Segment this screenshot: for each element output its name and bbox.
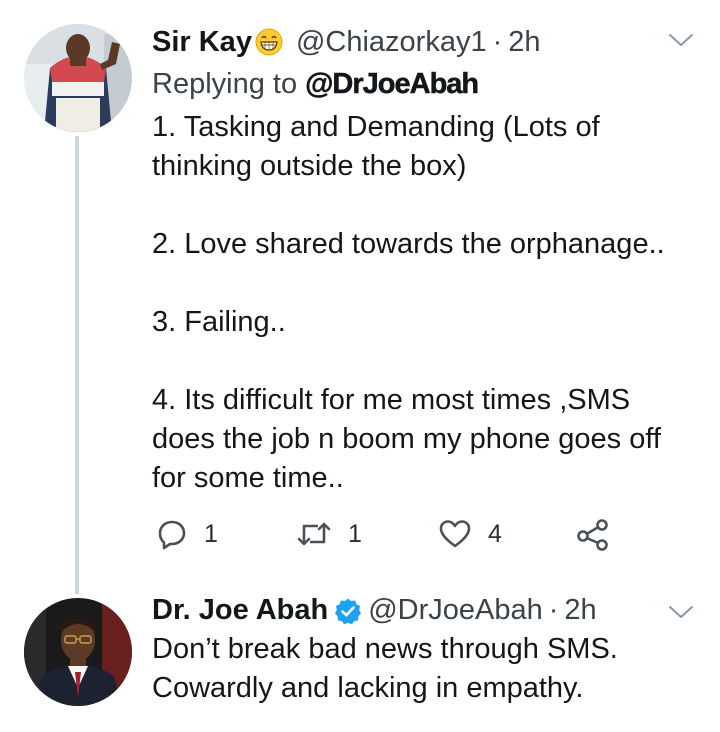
replying-mention-link[interactable]: @DrJoeAbah: [305, 68, 479, 101]
tweet-header: Sir Kay @Chiazorkay1 · 2h: [152, 22, 700, 62]
share-icon: [577, 519, 608, 551]
chevron-down-icon[interactable]: [668, 604, 694, 620]
tweet-line: Cowardly and lacking in empathy.: [152, 672, 584, 704]
display-name[interactable]: Dr. Joe Abah: [152, 590, 328, 630]
tweet-text: Don’t break bad news through SMS. Coward…: [152, 630, 700, 708]
like-button[interactable]: 4: [438, 518, 502, 550]
reply-icon: [158, 520, 186, 550]
display-name[interactable]: Sir Kay: [152, 22, 252, 62]
replying-prefix: Replying to: [152, 68, 298, 100]
share-button[interactable]: [576, 518, 626, 552]
tweet-actions: 1 1 4: [156, 518, 636, 558]
tweet-paragraph: 2. Love shared towards the orphanage..: [152, 228, 665, 260]
verified-badge-icon: [334, 596, 362, 625]
retweet-count: 1: [348, 519, 362, 548]
tweet-content: Sir Kay @Chiazorkay1 · 2h Replying to @D: [152, 22, 700, 498]
grinning-face-emoji-icon: [254, 27, 284, 57]
separator-dot: ·: [492, 26, 503, 58]
reply-button[interactable]: 1: [156, 518, 218, 550]
tweet-content: Dr. Joe Abah @DrJoeAbah · 2h Don’t break…: [152, 590, 700, 708]
timestamp[interactable]: 2h: [508, 22, 540, 62]
reply-count: 1: [204, 519, 218, 548]
avatar-dr-joe-abah[interactable]: [24, 598, 132, 706]
tweet-header: Dr. Joe Abah @DrJoeAbah · 2h: [152, 590, 700, 630]
tweet-dr-joe-abah[interactable]: Dr. Joe Abah @DrJoeAbah · 2h Don’t break…: [0, 580, 720, 732]
timestamp[interactable]: 2h: [564, 590, 596, 630]
user-handle[interactable]: @DrJoeAbah: [368, 590, 543, 630]
user-handle[interactable]: @Chiazorkay1: [296, 22, 487, 62]
separator-dot: ·: [548, 594, 559, 626]
tweet-paragraph: 1. Tasking and Demanding (Lots of thinki…: [152, 111, 600, 182]
tweet-text: 1. Tasking and Demanding (Lots of thinki…: [152, 108, 700, 498]
retweet-icon: [297, 522, 331, 546]
chevron-down-icon[interactable]: [668, 32, 694, 48]
tweet-paragraph: 3. Failing..: [152, 306, 286, 338]
like-count: 4: [488, 519, 502, 548]
retweet-button[interactable]: 1: [296, 518, 362, 550]
like-icon: [439, 520, 471, 548]
thread-line: [75, 136, 79, 590]
avatar-sir-kay[interactable]: [24, 24, 132, 132]
tweet-sir-kay[interactable]: Sir Kay @Chiazorkay1 · 2h Replying to @D: [0, 0, 720, 590]
replying-to: Replying to @DrJoeAbah: [152, 64, 700, 104]
tweet-paragraph: 4. Its difficult for me most times ,SMS …: [152, 384, 661, 494]
tweet-line: Don’t break bad news through SMS.: [152, 633, 618, 665]
thread-line: [75, 580, 79, 594]
